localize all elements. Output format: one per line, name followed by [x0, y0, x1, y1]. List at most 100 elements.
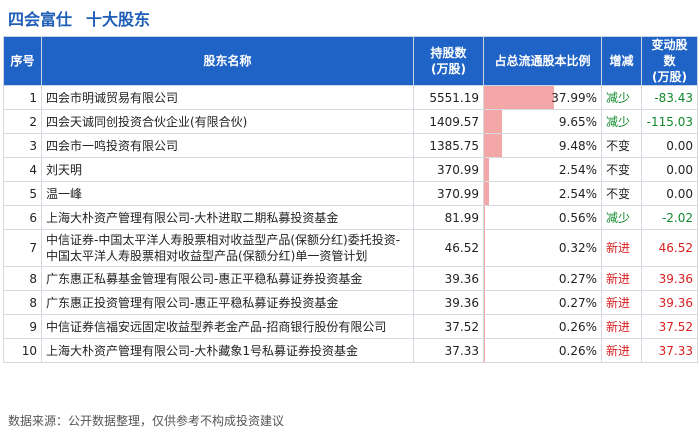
row-holder-name: 中信证券-中国太平洋人寿股票相对收益型产品(保额分红)委托投资-中国太平洋人寿股… — [41, 229, 414, 267]
table-header-row: 序号 股东名称 持股数 (万股) 占总流通股本比例 增减 变动股数 (万股) — [3, 36, 698, 86]
row-holder-name: 刘天明 — [41, 157, 414, 182]
ratio-label: 9.48% — [558, 138, 597, 153]
ratio-label: 0.32% — [558, 241, 597, 255]
row-ratio: 0.26% — [483, 314, 602, 339]
table-row: 10 上海大朴资产管理有限公司-大朴藏象1号私募证券投资基金 37.33 0.26% 新… — [3, 338, 698, 363]
row-index: 7 — [3, 229, 42, 267]
row-shares: 39.36 — [413, 266, 484, 291]
row-holder-name: 中信证券信福安远固定收益型养老金产品-招商银行股份有限公司 — [41, 314, 414, 339]
row-ratio: 9.48% — [483, 133, 602, 158]
row-change: 不变 — [601, 181, 642, 206]
table-row: 9 中信证券信福安远固定收益型养老金产品-招商银行股份有限公司 37.52 0.26%… — [3, 314, 698, 339]
row-change: 减少 — [601, 85, 642, 110]
row-holder-name: 广东惠正私募基金管理有限公司-惠正平稳私募证券投资基金 — [41, 266, 414, 291]
header-shares-line1: 持股数 — [430, 46, 467, 60]
row-holder-name: 上海大朴资产管理有限公司-大朴进取二期私募投资基金 — [41, 205, 414, 230]
header-index: 序号 — [3, 36, 42, 86]
row-change: 新进 — [601, 314, 642, 339]
shareholders-table: 序号 股东名称 持股数 (万股) 占总流通股本比例 增减 变动股数 (万股) 1… — [3, 36, 698, 363]
ratio-label: 2.54% — [558, 186, 597, 201]
row-delta: 39.36 — [641, 266, 698, 291]
row-shares: 370.99 — [413, 181, 484, 206]
header-delta: 变动股数 (万股) — [641, 36, 698, 86]
header-name: 股东名称 — [41, 36, 414, 86]
header-ratio: 占总流通股本比例 — [483, 36, 602, 86]
row-ratio: 9.65% — [483, 109, 602, 134]
header-change: 增减 — [601, 36, 642, 86]
row-change: 不变 — [601, 133, 642, 158]
ratio-bar — [484, 230, 485, 266]
row-shares: 81.99 — [413, 205, 484, 230]
row-change: 新进 — [601, 290, 642, 315]
row-index: 4 — [3, 157, 42, 182]
ratio-bar — [484, 182, 489, 205]
row-ratio: 0.27% — [483, 290, 602, 315]
table-body: 1 四会市明诚贸易有限公司 5551.19 37.99% 减少 -83.43 2 四会天诚同创… — [3, 85, 698, 363]
table-row: 3 四会市一鸣投资有限公司 1385.75 9.48% 不变 0.00 — [3, 133, 698, 158]
ratio-bar — [484, 206, 486, 229]
row-shares: 1385.75 — [413, 133, 484, 158]
row-holder-name: 广东惠正投资管理有限公司-惠正平稳私募证券投资基金 — [41, 290, 414, 315]
row-delta: 0.00 — [641, 133, 698, 158]
row-change: 减少 — [601, 205, 642, 230]
ratio-label: 0.26% — [558, 319, 597, 334]
row-change: 新进 — [601, 229, 642, 267]
row-shares: 37.33 — [413, 338, 484, 363]
page-title: 十大股东 — [86, 10, 151, 29]
row-index: 3 — [3, 133, 42, 158]
row-change: 新进 — [601, 266, 642, 291]
ratio-bar — [484, 158, 489, 181]
row-change: 新进 — [601, 338, 642, 363]
header-shares: 持股数 (万股) — [413, 36, 484, 86]
ratio-label: 0.26% — [558, 343, 597, 358]
row-change: 减少 — [601, 109, 642, 134]
row-delta: 0.00 — [641, 157, 698, 182]
table-row: 5 温一峰 370.99 2.54% 不变 0.00 — [3, 181, 698, 206]
ratio-label: 0.56% — [558, 210, 597, 225]
row-delta: -83.43 — [641, 85, 698, 110]
row-shares: 5551.19 — [413, 85, 484, 110]
row-ratio: 0.27% — [483, 266, 602, 291]
row-ratio: 37.99% — [483, 85, 602, 110]
row-index: 2 — [3, 109, 42, 134]
footer-note: 数据来源：公开数据整理，仅供参考不构成投资建议 — [8, 414, 285, 428]
row-shares: 46.52 — [413, 229, 484, 267]
row-holder-name: 上海大朴资产管理有限公司-大朴藏象1号私募证券投资基金 — [41, 338, 414, 363]
row-delta: -2.02 — [641, 205, 698, 230]
row-holder-name: 四会天诚同创投资合伙企业(有限合伙) — [41, 109, 414, 134]
header-delta-line1: 变动股数 — [651, 38, 688, 68]
table-row: 8 广东惠正私募基金管理有限公司-惠正平稳私募证券投资基金 39.36 0.27% 新进… — [3, 266, 698, 291]
header-shares-line2: (万股) — [431, 62, 466, 76]
row-holder-name: 四会市一鸣投资有限公司 — [41, 133, 414, 158]
ratio-label: 0.27% — [558, 271, 597, 286]
table-row: 4 刘天明 370.99 2.54% 不变 0.00 — [3, 157, 698, 182]
row-delta: 46.52 — [641, 229, 698, 267]
row-delta: 0.00 — [641, 181, 698, 206]
row-index: 5 — [3, 181, 42, 206]
row-shares: 39.36 — [413, 290, 484, 315]
row-ratio: 0.56% — [483, 205, 602, 230]
ratio-label: 37.99% — [551, 90, 597, 105]
title-bar: 四会富仕 十大股东 — [8, 6, 150, 30]
row-delta: 37.52 — [641, 314, 698, 339]
table-row: 1 四会市明诚贸易有限公司 5551.19 37.99% 减少 -83.43 — [3, 85, 698, 110]
row-shares: 1409.57 — [413, 109, 484, 134]
row-holder-name: 四会市明诚贸易有限公司 — [41, 85, 414, 110]
row-index: 8 — [3, 290, 42, 315]
ratio-label: 2.54% — [558, 162, 597, 177]
row-ratio: 2.54% — [483, 157, 602, 182]
company-name: 四会富仕 — [8, 10, 73, 29]
table-row: 8 广东惠正投资管理有限公司-惠正平稳私募证券投资基金 39.36 0.27% 新进 39… — [3, 290, 698, 315]
row-delta: 37.33 — [641, 338, 698, 363]
ratio-bar — [484, 110, 502, 133]
table-row: 7 中信证券-中国太平洋人寿股票相对收益型产品(保额分红)委托投资-中国太平洋人寿… — [3, 229, 698, 267]
row-delta: 39.36 — [641, 290, 698, 315]
row-index: 9 — [3, 314, 42, 339]
row-ratio: 0.32% — [483, 229, 602, 267]
row-shares: 37.52 — [413, 314, 484, 339]
ratio-bar — [484, 86, 555, 109]
ratio-label: 0.27% — [558, 295, 597, 310]
row-holder-name: 温一峰 — [41, 181, 414, 206]
row-ratio: 0.26% — [483, 338, 602, 363]
row-index: 10 — [3, 338, 42, 363]
